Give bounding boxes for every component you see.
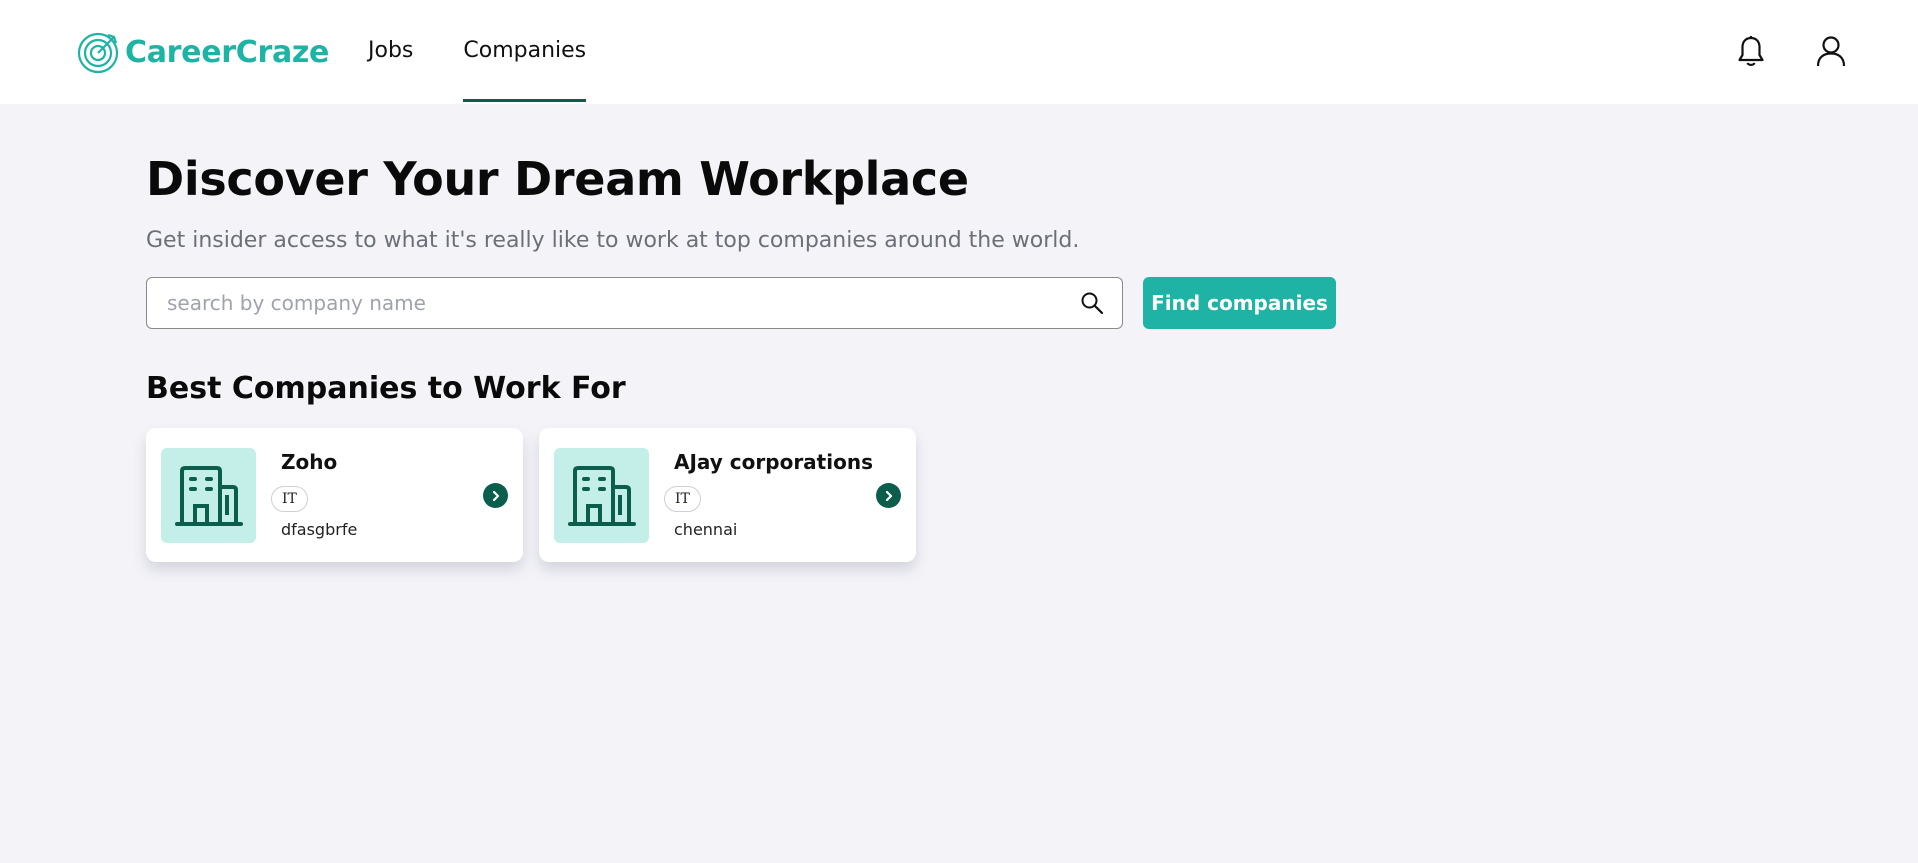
section-title: Best Companies to Work For xyxy=(146,371,626,406)
search-submit-button[interactable] xyxy=(1078,289,1106,317)
bell-icon xyxy=(1738,36,1764,66)
profile-button[interactable] xyxy=(1814,34,1848,68)
find-companies-button[interactable]: Find companies xyxy=(1143,277,1336,329)
open-company-button[interactable] xyxy=(483,483,508,508)
chevron-right-icon xyxy=(492,490,499,501)
company-name: AJay corporations xyxy=(674,450,873,474)
company-card[interactable]: Zoho IT dfasgbrfe xyxy=(146,428,523,562)
main-content: Discover Your Dream Workplace Get inside… xyxy=(146,104,1646,562)
top-navbar: CareerCraze Jobs Companies xyxy=(0,0,1918,104)
page-title: Discover Your Dream Workplace xyxy=(146,152,969,206)
company-name: Zoho xyxy=(281,450,338,474)
brand-name: CareerCraze xyxy=(125,34,330,70)
main-nav: Jobs Companies xyxy=(368,0,636,104)
company-card-list: Zoho IT dfasgbrfe AJay corporations IT c… xyxy=(146,428,1646,562)
company-logo xyxy=(554,448,649,543)
target-arrow-icon xyxy=(77,32,119,74)
company-logo xyxy=(161,448,256,543)
industry-badge: IT xyxy=(271,486,308,512)
brand-logo[interactable]: CareerCraze xyxy=(77,30,329,74)
header-actions xyxy=(1734,34,1848,68)
search-icon xyxy=(1081,292,1104,315)
company-location: chennai xyxy=(674,520,738,539)
open-company-button[interactable] xyxy=(876,483,901,508)
page-subtitle: Get insider access to what it's really l… xyxy=(146,228,1080,253)
company-card[interactable]: AJay corporations IT chennai xyxy=(539,428,916,562)
building-icon xyxy=(174,465,243,526)
nav-jobs[interactable]: Jobs xyxy=(368,0,413,104)
company-search-input[interactable] xyxy=(167,291,1078,315)
nav-companies[interactable]: Companies xyxy=(463,0,586,104)
notifications-button[interactable] xyxy=(1734,34,1768,68)
building-icon xyxy=(567,465,636,526)
user-icon xyxy=(1816,36,1846,67)
company-location: dfasgbrfe xyxy=(281,520,358,539)
industry-badge: IT xyxy=(664,486,701,512)
search-box xyxy=(146,277,1123,329)
chevron-right-icon xyxy=(885,490,892,501)
search-row: Find companies xyxy=(146,277,1646,329)
